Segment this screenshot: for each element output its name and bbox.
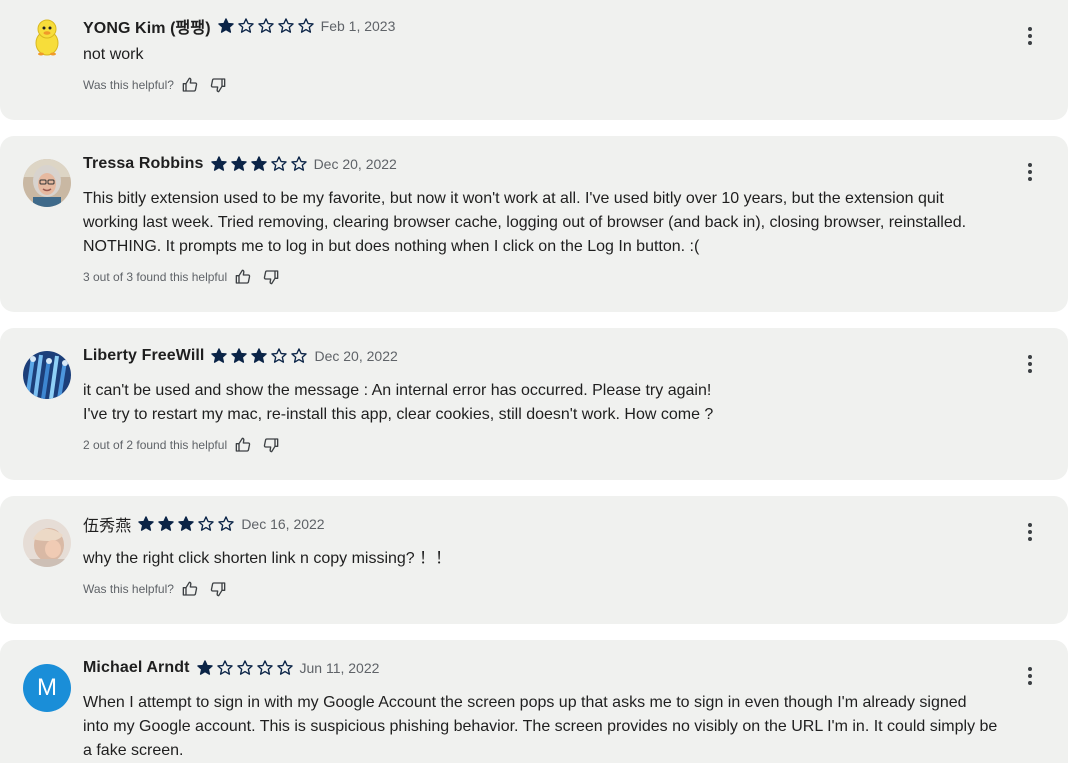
review-header: Liberty FreeWill Dec 20, 2022 (83, 345, 398, 367)
review-text: why the right click shorten link n copy … (83, 550, 452, 567)
review-header: 伍秀燕 Dec 16, 2022 (83, 513, 325, 535)
star-filled-icon (138, 516, 155, 531)
more-vert-icon[interactable] (1022, 520, 1038, 544)
thumbs-up-icon[interactable] (235, 437, 251, 453)
thumbs-down-icon[interactable] (210, 77, 226, 93)
letter-avatar: M (23, 664, 71, 712)
helpful-row: 3 out of 3 found this helpful (83, 269, 279, 285)
star-filled-icon (158, 516, 175, 531)
review-header: Michael Arndt Jun 11, 2022 (83, 657, 379, 679)
star-filled-icon (178, 516, 195, 531)
star-outline-icon (270, 156, 287, 171)
star-outline-icon (198, 516, 215, 531)
star-filled-icon (250, 156, 267, 171)
review-text: it can't be used and show the message : … (83, 382, 714, 423)
reviewer-name: Liberty FreeWill (83, 347, 205, 364)
thumbs-up-icon[interactable] (182, 581, 198, 597)
thumbs-down-icon[interactable] (263, 437, 279, 453)
photo-avatar (23, 159, 71, 207)
review-text: This bitly extension used to be my favor… (83, 190, 967, 255)
more-vert-icon[interactable] (1022, 664, 1038, 688)
more-vert-icon[interactable] (1022, 352, 1038, 376)
more-vert-icon[interactable] (1022, 24, 1038, 48)
star-filled-icon (211, 348, 228, 363)
helpful-text: 3 out of 3 found this helpful (83, 270, 228, 284)
star-outline-icon (257, 18, 274, 33)
star-outline-icon (218, 516, 235, 531)
star-filled-icon (210, 156, 227, 171)
review-date: Feb 1, 2023 (320, 18, 396, 34)
star-outline-icon (256, 660, 273, 675)
review-date: Dec 20, 2022 (313, 156, 397, 172)
review-date: Dec 20, 2022 (314, 348, 398, 364)
review-date: Jun 11, 2022 (299, 660, 380, 676)
star-outline-icon (291, 348, 308, 363)
review-header: YONG Kim (팽팽) Feb 1, 2023 (83, 15, 395, 37)
review-card: YONG Kim (팽팽) Feb 1, 2023 not work Was t… (0, 0, 1068, 120)
star-filled-icon (217, 18, 234, 33)
review-card: Liberty FreeWill Dec 20, 2022 it can't b… (0, 328, 1068, 480)
star-outline-icon (277, 18, 294, 33)
photo-avatar (23, 519, 71, 567)
star-outline-icon (297, 18, 314, 33)
star-outline-icon (237, 18, 254, 33)
review-card: Tressa Robbins Dec 20, 2022 This bitly e… (0, 136, 1068, 312)
thumbs-up-icon[interactable] (235, 269, 251, 285)
star-filled-icon (231, 348, 248, 363)
star-rating (217, 17, 317, 35)
reviewer-name: Tressa Robbins (83, 155, 204, 172)
review-card: M Michael Arndt Jun 11, 2022 When I atte… (0, 640, 1068, 763)
helpful-text: Was this helpful? (83, 78, 174, 92)
star-outline-icon (236, 660, 253, 675)
review-header: Tressa Robbins Dec 20, 2022 (83, 153, 397, 175)
review-text: not work (83, 46, 144, 63)
star-filled-icon (196, 660, 213, 675)
thumbs-down-icon[interactable] (263, 269, 279, 285)
helpful-text: 2 out of 2 found this helpful (83, 438, 228, 452)
thumbs-up-icon[interactable] (182, 77, 198, 93)
star-rating (137, 515, 237, 533)
helpful-text: Was this helpful? (83, 582, 174, 596)
star-rating (196, 659, 296, 677)
star-outline-icon (216, 660, 233, 675)
review-text: When I attempt to sign in with my Google… (83, 694, 998, 759)
photo-avatar (23, 351, 71, 399)
helpful-row: Was this helpful? (83, 581, 226, 597)
star-outline-icon (276, 660, 293, 675)
star-filled-icon (230, 156, 247, 171)
helpful-row: 2 out of 2 found this helpful (83, 437, 279, 453)
thumbs-down-icon[interactable] (210, 581, 226, 597)
star-outline-icon (271, 348, 288, 363)
duck-avatar (23, 13, 71, 61)
reviewer-name: Michael Arndt (83, 659, 190, 676)
reviewer-name: 伍秀燕 (83, 518, 132, 535)
more-vert-icon[interactable] (1022, 160, 1038, 184)
helpful-row: Was this helpful? (83, 77, 226, 93)
reviews-list: YONG Kim (팽팽) Feb 1, 2023 not work Was t… (0, 0, 1068, 763)
review-date: Dec 16, 2022 (241, 516, 325, 532)
review-card: 伍秀燕 Dec 16, 2022 why the right click sho… (0, 496, 1068, 624)
reviewer-name: YONG Kim (팽팽) (83, 20, 211, 37)
star-rating (210, 155, 310, 173)
star-outline-icon (290, 156, 307, 171)
star-filled-icon (251, 348, 268, 363)
star-rating (210, 347, 310, 365)
